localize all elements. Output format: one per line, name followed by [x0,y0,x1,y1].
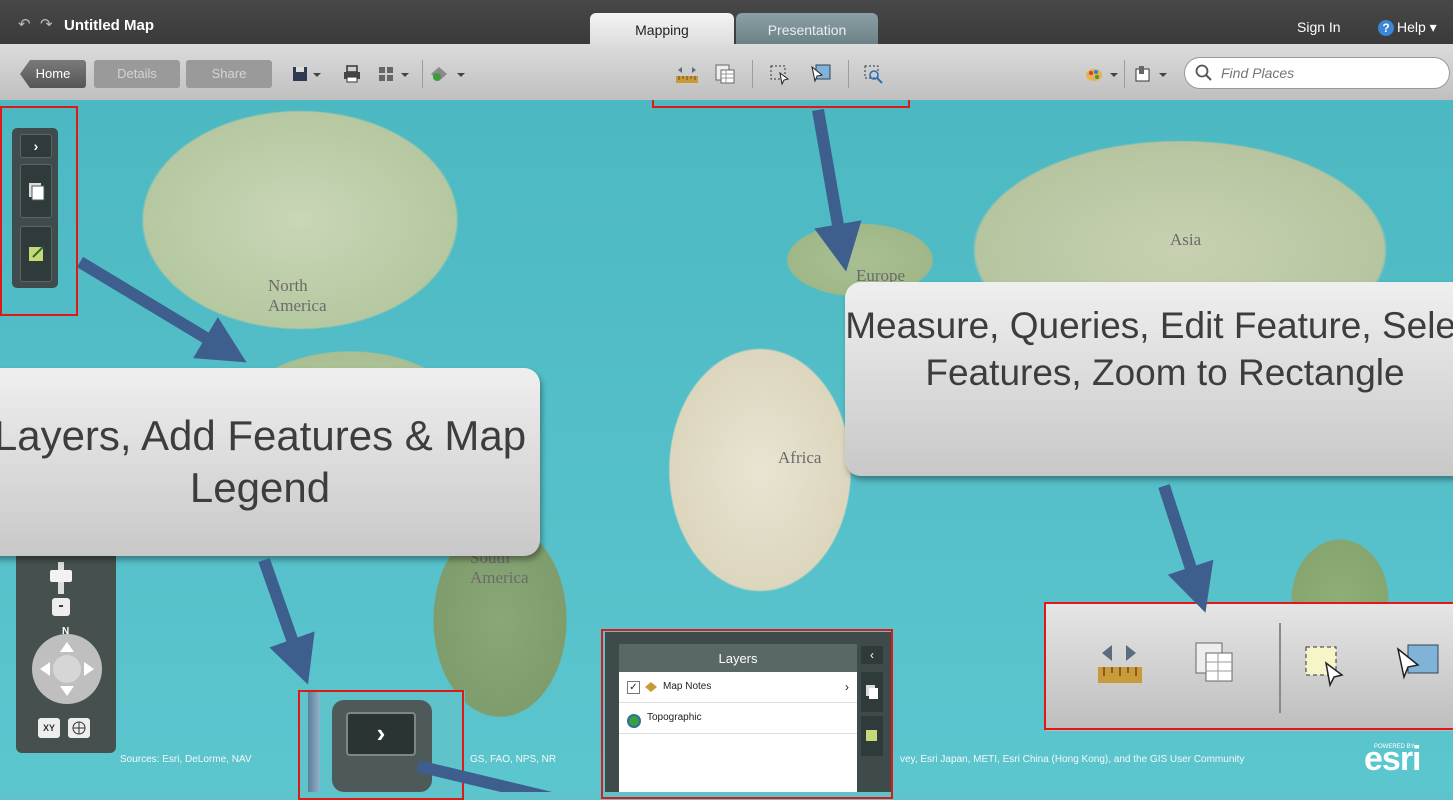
callout-tools: Measure, Queries, Edit Feature, Select F… [845,282,1453,476]
toolbar-divider [422,60,423,88]
share-button[interactable]: Share [186,60,272,88]
attribution-text: vey, Esri Japan, METI, Esri China (Hong … [900,754,1245,765]
query-table-icon[interactable] [710,62,740,86]
globe-button[interactable] [68,718,90,738]
add-feature-icon[interactable] [428,62,468,86]
redo-icon[interactable]: ↷ [40,17,56,32]
zoom-slider-handle[interactable] [50,570,72,582]
map-title[interactable]: Untitled Map [64,17,154,34]
pan-arrows-icon [40,642,94,696]
xy-button[interactable]: XY [38,718,60,738]
edit-feature-icon[interactable] [764,62,794,86]
toolbar-divider [1124,60,1125,88]
navigation-widget: - N XY [16,548,116,753]
zoom-rectangle-icon[interactable] [858,62,888,86]
globe-icon [72,721,86,735]
details-button[interactable]: Details [94,60,180,88]
tab-mapping[interactable]: Mapping [590,13,734,44]
map-label-north-america: North America [268,276,327,315]
toolbar-divider [848,60,849,88]
tab-presentation[interactable]: Presentation [736,13,878,44]
search-box[interactable] [1184,57,1450,89]
search-input[interactable] [1219,64,1443,82]
palette-icon[interactable] [1084,62,1120,86]
select-features-icon[interactable] [806,62,836,86]
basemap-grid-icon[interactable] [376,62,414,86]
help-label: Help [1397,19,1426,35]
esri-logo: esri [1364,740,1421,778]
callout-layers: Layers, Add Features & Map Legend [0,368,540,556]
measure-icon[interactable] [672,62,702,86]
pan-control[interactable] [32,634,102,704]
search-icon [1195,64,1212,81]
highlight-side-panel [0,106,78,316]
top-bar: ↶ ↷ Untitled Map Mapping Presentation Si… [0,0,1453,100]
home-button[interactable]: Home [20,60,86,88]
toolbar-divider [752,60,753,88]
sign-in-link[interactable]: Sign In [1297,19,1341,35]
help-menu[interactable]: ? Help ▾ [1378,19,1437,36]
attribution-text: Sources: Esri, DeLorme, NAV [120,754,252,765]
attribution-text: GS, FAO, NPS, NR [470,754,557,765]
highlight-expander-inset [298,690,464,800]
map-label-asia: Asia [1170,230,1202,249]
save-icon[interactable] [290,62,326,86]
zoom-out-button[interactable]: - [52,598,70,616]
title-row: ↶ ↷ Untitled Map Mapping Presentation Si… [0,0,1453,44]
map-label-africa: Africa [778,448,822,467]
highlight-layers-inset [601,629,893,799]
help-icon: ? [1378,20,1394,36]
highlight-tools-inset [1044,602,1453,730]
print-icon[interactable] [335,62,371,86]
undo-icon[interactable]: ↶ [18,17,34,32]
bookmark-icon[interactable] [1132,62,1172,86]
